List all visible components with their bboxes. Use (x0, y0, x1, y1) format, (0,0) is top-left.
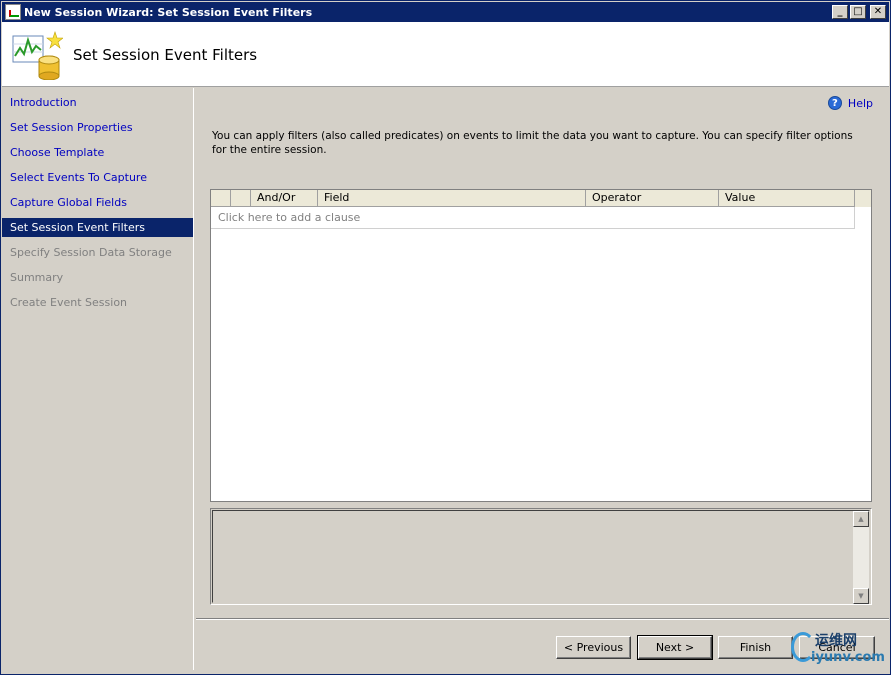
help-label: Help (847, 96, 873, 110)
main-content: ? Help You can apply filters (also calle… (196, 88, 889, 618)
page-title: Set Session Event Filters (73, 46, 258, 64)
filter-grid[interactable]: And/Or Field Operator Value Click here t… (210, 189, 872, 502)
grid-col-operator[interactable]: Operator (586, 190, 719, 207)
grid-col-selector[interactable] (211, 190, 231, 207)
sidebar-item-create-event-session: Create Event Session (10, 296, 128, 309)
footer-divider (196, 618, 889, 620)
close-button[interactable]: ✕ (870, 5, 886, 19)
title-bar[interactable]: New Session Wizard: Set Session Event Fi… (2, 2, 889, 22)
scroll-down-icon[interactable]: ▼ (853, 588, 869, 604)
wizard-window: New Session Wizard: Set Session Event Fi… (0, 0, 891, 675)
chart-database-icon (12, 31, 63, 80)
grid-col-field[interactable]: Field (318, 190, 586, 207)
sidebar-item-set-session-event-filters[interactable]: Set Session Event Filters (2, 218, 193, 237)
sidebar-item-set-session-properties[interactable]: Set Session Properties (2, 118, 193, 137)
add-clause-row[interactable]: Click here to add a clause (211, 207, 855, 229)
watermark-url: iyunv.com (811, 650, 885, 665)
watermark-text: 运维网 (815, 633, 857, 649)
sidebar-item-summary: Summary (10, 271, 64, 284)
help-icon: ? (827, 96, 842, 110)
window-title: New Session Wizard: Set Session Event Fi… (24, 5, 313, 19)
previous-button[interactable]: < Previous (556, 636, 631, 659)
grid-col-value[interactable]: Value (719, 190, 855, 207)
finish-button[interactable]: Finish (718, 636, 793, 659)
details-pane: ▲ ▼ (210, 508, 872, 605)
watermark-logo: 运维网 iyunv.com (789, 626, 889, 671)
sidebar-item-capture-global-fields[interactable]: Capture Global Fields (2, 193, 193, 212)
help-link[interactable]: ? Help (827, 96, 873, 110)
sidebar-item-specify-session-data-storage: Specify Session Data Storage (10, 246, 172, 259)
wizard-header: Set Session Event Filters (2, 22, 889, 87)
scroll-up-icon[interactable]: ▲ (853, 511, 869, 527)
app-icon (5, 4, 21, 20)
grid-col-indicator[interactable] (231, 190, 251, 207)
maximize-button[interactable]: □ (850, 5, 866, 19)
grid-header: And/Or Field Operator Value (211, 190, 871, 207)
details-scrollbar[interactable]: ▲ ▼ (853, 511, 869, 604)
minimize-button[interactable]: _ (832, 5, 848, 19)
sidebar-item-select-events[interactable]: Select Events To Capture (2, 168, 193, 187)
next-button[interactable]: Next > (637, 635, 713, 660)
page-description: You can apply filters (also called predi… (212, 130, 853, 156)
sidebar-item-choose-template[interactable]: Choose Template (2, 143, 193, 162)
sidebar-item-introduction[interactable]: Introduction (2, 93, 193, 112)
grid-col-and-or[interactable]: And/Or (251, 190, 318, 207)
wizard-steps-sidebar: Introduction Set Session Properties Choo… (2, 88, 194, 670)
